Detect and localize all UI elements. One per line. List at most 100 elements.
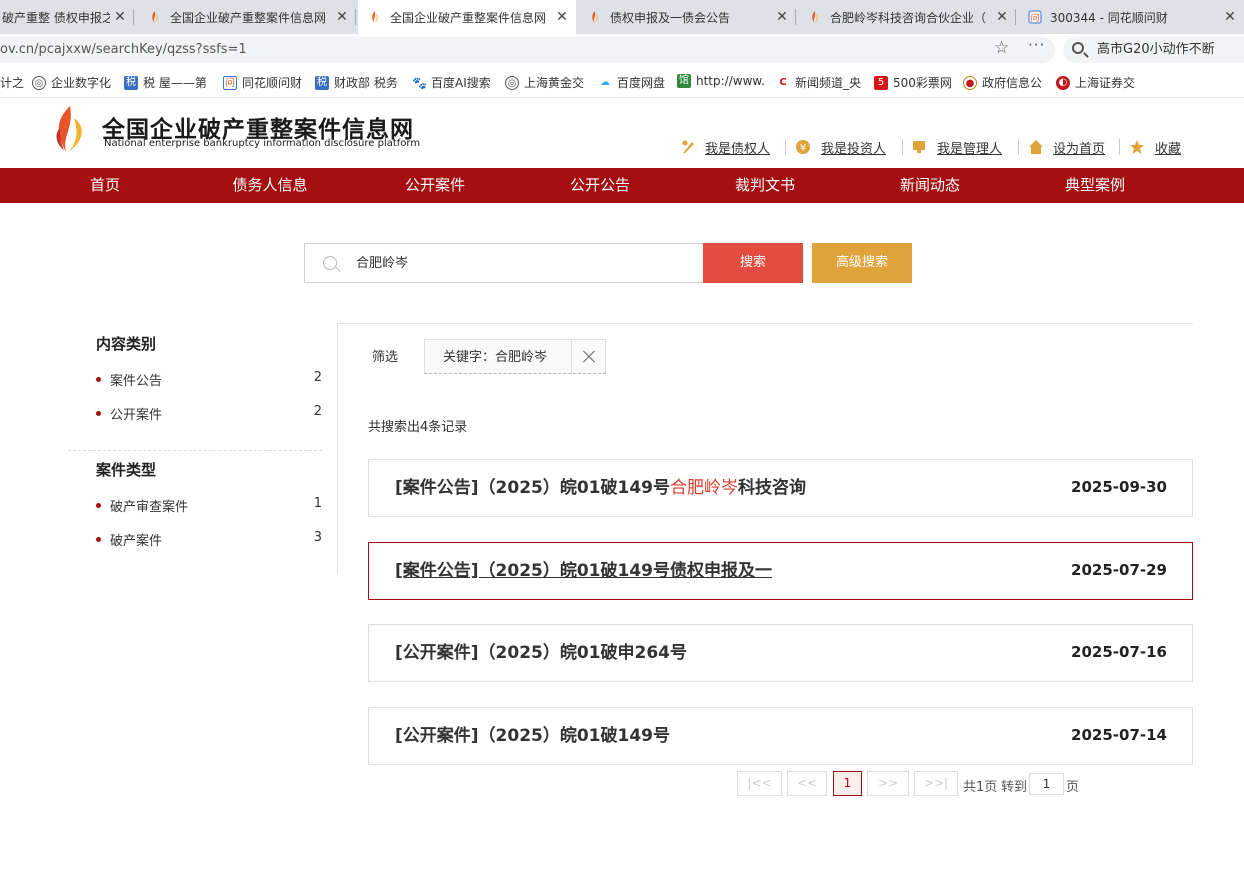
search-input[interactable]: 合肥岭岑 — [304, 243, 704, 283]
address-bar: ov.cn/pcajxxw/searchKey/qzss?ssfs=1 — [0, 34, 1244, 66]
bullet-icon — [96, 537, 101, 542]
url-field[interactable]: ov.cn/pcajxxw/searchKey/qzss?ssfs=1 — [0, 37, 1055, 63]
current-page-button[interactable]: 1 — [833, 771, 862, 796]
tab-close-icon[interactable]: ✕ — [552, 9, 572, 25]
case-type-title: 案件类型 — [96, 461, 157, 479]
sidebar-item-label: 案件公告 — [110, 374, 163, 389]
investor-link[interactable]: 我是投资人 — [821, 138, 886, 157]
baidu-icon: 🐾 — [412, 75, 427, 90]
tab-title: 破产重整 债权申报之 — [2, 10, 110, 25]
tab-close-icon[interactable]: ✕ — [110, 9, 130, 25]
total-pages: 共1页 — [963, 780, 998, 795]
sidebar-item-case-announcement[interactable]: 案件公告 2 — [96, 370, 322, 389]
result-item[interactable]: [公开案件]（2025）皖01破申264号 2025-07-16 — [368, 624, 1193, 682]
creditor-link[interactable]: 我是债权人 — [705, 138, 770, 157]
sidebar-item-label: 破产审查案件 — [110, 500, 189, 515]
bookmark-item[interactable]: 🐾 百度AI搜索 — [412, 74, 491, 91]
sidebar-item-label: 破产案件 — [110, 534, 163, 549]
bookmark-item[interactable]: C 新闻频道_央 — [776, 74, 861, 91]
tab-close-icon[interactable]: ✕ — [992, 9, 1012, 25]
nav-typical-cases[interactable]: 典型案例 — [1035, 168, 1155, 203]
content-category-title: 内容类别 — [96, 335, 157, 353]
sidebar-item-review-case[interactable]: 破产审查案件 1 — [96, 496, 322, 515]
browser-tab[interactable]: 合肥岭岑科技咨询合伙企业（ ✕ — [798, 0, 1016, 34]
bookmark-label: http://www. — [696, 74, 765, 88]
first-page-button[interactable]: |<< — [737, 771, 782, 796]
sidebar-divider — [337, 323, 338, 575]
bookmark-item[interactable]: ☁ 百度网盘 — [598, 74, 665, 91]
search-value: 合肥岭岑 — [356, 256, 409, 271]
page-unit-label: 页 — [1066, 780, 1080, 795]
browser-search-text: 高市G20小动作不断 — [1097, 42, 1215, 57]
tab-title: 全国企业破产重整案件信息网 — [390, 10, 547, 25]
result-title[interactable]: [案件公告]（2025）皖01破149号债权申报及一 — [395, 543, 772, 599]
bookmark-item[interactable]: 问同花顺问财 — [223, 74, 302, 91]
result-item[interactable]: [案件公告]（2025）皖01破149号债权申报及一 2025-07-29 — [368, 542, 1193, 600]
browser-tab[interactable]: 破产重整 债权申报之 ✕ — [0, 0, 134, 34]
last-page-button[interactable]: >>| — [914, 771, 958, 796]
result-title[interactable]: [案件公告]（2025）皖01破149号合肥岭岑科技咨询 — [395, 460, 806, 516]
site-favicon-icon — [152, 11, 158, 23]
result-item[interactable]: [案件公告]（2025）皖01破149号合肥岭岑科技咨询 2025-09-30 — [368, 459, 1193, 517]
goto-page-input[interactable]: 1 — [1029, 773, 1064, 795]
bookmark-label: 新闻频道_央 — [795, 76, 862, 90]
bookmark-item[interactable]: 馆 http://www. — [677, 74, 765, 88]
bookmark-label: 政府信息公 — [982, 76, 1043, 90]
nav-news[interactable]: 新闻动态 — [870, 168, 990, 203]
tab-close-icon[interactable]: ✕ — [1220, 9, 1240, 25]
sidebar-item-bankruptcy-case[interactable]: 破产案件 3 — [96, 530, 322, 549]
prev-page-button[interactable]: << — [787, 771, 827, 796]
bookmark-item[interactable]: 计之 — [0, 74, 24, 91]
bookmark-label: 同花顺问财 — [242, 76, 303, 90]
tab-close-icon[interactable]: ✕ — [332, 9, 352, 25]
favorite-link[interactable]: 收藏 — [1155, 138, 1181, 157]
sidebar-item-public-case[interactable]: 公开案件 2 — [96, 404, 322, 423]
close-icon[interactable] — [571, 340, 605, 373]
browser-tab[interactable]: 债权申报及一债会公告 ✕ — [578, 0, 796, 34]
tab-close-icon[interactable]: ✕ — [772, 9, 792, 25]
next-page-button[interactable]: >> — [867, 771, 909, 796]
result-title[interactable]: [公开案件]（2025）皖01破149号 — [395, 708, 670, 764]
result-count: 共搜索出4条记录 — [368, 420, 468, 435]
tab-title: 300344 - 同花顺问财 — [1050, 10, 1168, 25]
administrator-icon — [913, 141, 925, 153]
bookmark-item[interactable]: 税税 屋——第 — [124, 74, 207, 91]
set-homepage-link[interactable]: 设为首页 — [1053, 138, 1105, 157]
bookmark-star-icon[interactable]: ☆ — [994, 38, 1009, 58]
nav-home[interactable]: 首页 — [45, 168, 165, 203]
bookmark-label: 上海证券交 — [1075, 76, 1136, 90]
book-icon: 馆 — [677, 74, 691, 88]
nav-public-announcements[interactable]: 公开公告 — [540, 168, 660, 203]
administrator-link[interactable]: 我是管理人 — [937, 138, 1002, 157]
site-logo-icon — [56, 106, 82, 152]
bookmark-item[interactable]: ◎ 上海黄金交 — [505, 74, 584, 91]
advanced-search-button[interactable]: 高级搜索 — [812, 243, 912, 283]
bookmark-label: 上海黄金交 — [524, 76, 585, 90]
bookmark-item[interactable]: ◐ 上海证券交 — [1056, 74, 1135, 91]
nav-judgments[interactable]: 裁判文书 — [705, 168, 825, 203]
bookmark-label: 百度AI搜索 — [431, 76, 491, 90]
result-item[interactable]: [公开案件]（2025）皖01破149号 2025-07-14 — [368, 707, 1193, 765]
browser-tab-active[interactable]: 全国企业破产重整案件信息网 ✕ — [358, 0, 576, 34]
browser-tab[interactable]: 全国企业破产重整案件信息网 ✕ — [138, 0, 356, 34]
result-date: 2025-07-14 — [1071, 726, 1167, 744]
browser-search-box[interactable]: 高市G20小动作不断 — [1063, 37, 1244, 63]
bookmark-item[interactable]: ● 政府信息公 — [963, 74, 1042, 91]
result-title[interactable]: [公开案件]（2025）皖01破申264号 — [395, 625, 687, 681]
bookmark-label: 企业数字化 — [51, 76, 112, 90]
search-icon — [1072, 42, 1084, 54]
search-button[interactable]: 搜索 — [703, 243, 803, 283]
bookmark-item[interactable]: 5 500彩票网 — [874, 74, 952, 91]
site-subtitle: National enterprise bankruptcy informati… — [104, 138, 421, 149]
bookmark-item[interactable]: ◎ 企业数字化 — [32, 74, 111, 91]
sidebar-item-count: 2 — [313, 404, 322, 419]
emblem-icon: ● — [963, 75, 977, 90]
site-favicon-icon — [592, 11, 598, 23]
more-menu-icon[interactable]: ··· — [1028, 36, 1045, 54]
nav-debtor-info[interactable]: 债务人信息 — [210, 168, 330, 203]
site-favicon-icon — [812, 11, 818, 23]
creditor-icon — [682, 140, 694, 153]
nav-public-cases[interactable]: 公开案件 — [375, 168, 495, 203]
bookmark-item[interactable]: 税财政部 税务 — [315, 74, 398, 91]
browser-tab[interactable]: 问 300344 - 同花顺问财 ✕ — [1018, 0, 1244, 34]
